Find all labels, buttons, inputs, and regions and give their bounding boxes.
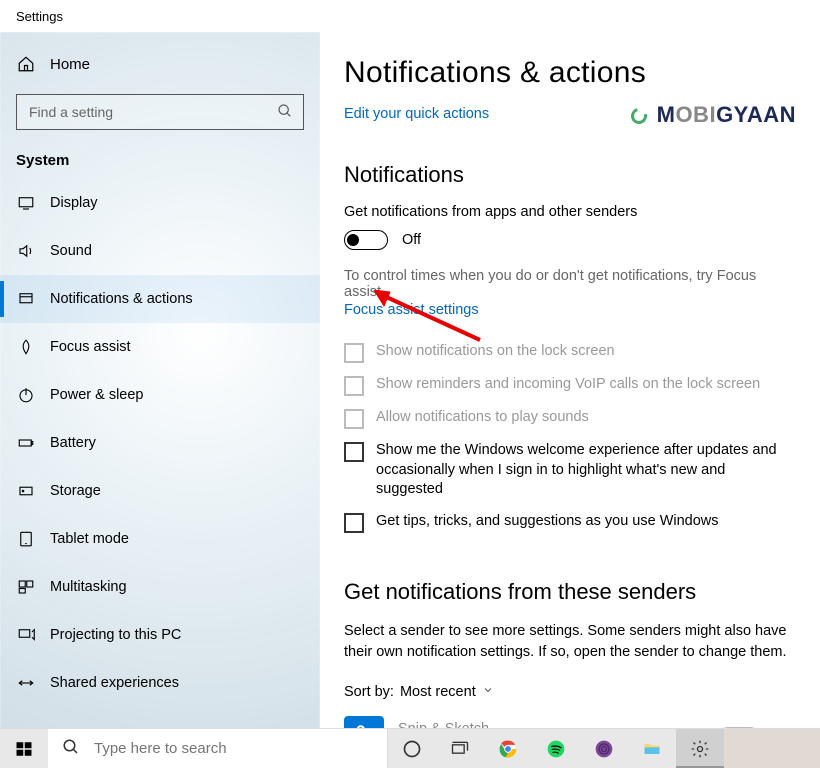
sidebar-item-label: Shared experiences: [50, 675, 179, 691]
power-icon: [16, 386, 36, 404]
toggle-state-text: Off: [402, 232, 421, 248]
senders-description: Select a sender to see more settings. So…: [344, 621, 790, 665]
multitasking-icon: [16, 578, 36, 596]
toggle-description: Get notifications from apps and other se…: [344, 204, 790, 220]
watermark-logo: MOBIGYAAN: [631, 102, 796, 128]
check-label: Get tips, tricks, and suggestions as you…: [376, 512, 719, 532]
notifications-toggle[interactable]: [344, 230, 388, 250]
notifications-icon: [16, 290, 36, 308]
file-explorer-button[interactable]: [628, 729, 676, 768]
window-titlebar: Settings: [0, 0, 820, 32]
sidebar: Home System Display: [0, 32, 320, 768]
storage-icon: [16, 482, 36, 500]
sidebar-item-label: Tablet mode: [50, 531, 129, 547]
sort-dropdown[interactable]: Most recent: [400, 684, 494, 700]
senders-heading: Get notifications from these senders: [344, 579, 790, 605]
display-icon: [16, 194, 36, 212]
projecting-icon: [16, 626, 36, 644]
sort-row: Sort by: Most recent: [344, 684, 790, 700]
home-label: Home: [50, 56, 90, 73]
sidebar-item-power[interactable]: Power & sleep: [0, 371, 320, 419]
tor-button[interactable]: [580, 729, 628, 768]
start-button[interactable]: [0, 729, 48, 768]
sidebar-item-display[interactable]: Display: [0, 179, 320, 227]
sidebar-item-label: Multitasking: [50, 579, 127, 595]
main-content: MOBIGYAAN Notifications & actions Edit y…: [320, 32, 820, 768]
sidebar-item-label: Display: [50, 195, 98, 211]
sidebar-item-storage[interactable]: Storage: [0, 467, 320, 515]
shared-icon: [16, 674, 36, 692]
battery-icon: [16, 434, 36, 452]
tablet-icon: [16, 530, 36, 548]
sidebar-item-tablet[interactable]: Tablet mode: [0, 515, 320, 563]
sidebar-item-label: Projecting to this PC: [50, 627, 181, 643]
chevron-down-icon: [482, 684, 494, 700]
notifications-heading: Notifications: [344, 162, 790, 188]
settings-search-input[interactable]: [27, 103, 277, 121]
sidebar-item-label: Battery: [50, 435, 96, 451]
check-label: Show reminders and incoming VoIP calls o…: [376, 375, 760, 395]
sidebar-item-multitasking[interactable]: Multitasking: [0, 563, 320, 611]
focus-assist-link[interactable]: Focus assist settings: [344, 302, 790, 318]
chrome-button[interactable]: [484, 729, 532, 768]
check-label: Allow notifications to play sounds: [376, 408, 589, 428]
check-lock-screen: [344, 343, 364, 363]
sort-label: Sort by:: [344, 684, 394, 700]
sidebar-item-label: Focus assist: [50, 339, 131, 355]
check-reminders-voip: [344, 376, 364, 396]
search-icon: [277, 103, 293, 122]
home-button[interactable]: Home: [0, 40, 320, 88]
sidebar-item-focus-assist[interactable]: Focus assist: [0, 323, 320, 371]
search-icon: [62, 738, 80, 759]
sidebar-item-battery[interactable]: Battery: [0, 419, 320, 467]
check-label: Show notifications on the lock screen: [376, 342, 615, 362]
settings-search[interactable]: [16, 94, 304, 130]
sidebar-item-sound[interactable]: Sound: [0, 227, 320, 275]
sidebar-nav: Display Sound Notifications & actions Fo…: [0, 179, 320, 707]
settings-taskbar-button[interactable]: [676, 729, 724, 768]
check-play-sounds: [344, 409, 364, 429]
sidebar-item-label: Notifications & actions: [50, 291, 193, 307]
home-icon: [16, 55, 36, 73]
sidebar-item-label: Sound: [50, 243, 92, 259]
cortana-button[interactable]: [388, 729, 436, 768]
sound-icon: [16, 242, 36, 260]
sidebar-item-shared[interactable]: Shared experiences: [0, 659, 320, 707]
sort-value: Most recent: [400, 684, 476, 700]
taskbar-tray-area: [724, 729, 820, 768]
spotify-button[interactable]: [532, 729, 580, 768]
task-view-button[interactable]: [436, 729, 484, 768]
taskbar-search-input[interactable]: [92, 739, 387, 758]
focus-assist-intro: To control times when you do or don't ge…: [344, 268, 790, 300]
check-welcome-experience[interactable]: [344, 442, 364, 462]
sidebar-item-label: Power & sleep: [50, 387, 144, 403]
page-title: Notifications & actions: [344, 56, 790, 90]
app-title: Settings: [16, 9, 63, 24]
taskbar-search[interactable]: [48, 729, 388, 768]
sidebar-item-notifications[interactable]: Notifications & actions: [0, 275, 320, 323]
sidebar-item-label: Storage: [50, 483, 101, 499]
check-tips-tricks[interactable]: [344, 513, 364, 533]
sidebar-item-projecting[interactable]: Projecting to this PC: [0, 611, 320, 659]
taskbar: [0, 728, 820, 768]
focus-assist-icon: [16, 338, 36, 356]
sidebar-category: System: [0, 138, 320, 179]
check-label: Show me the Windows welcome experience a…: [376, 441, 790, 500]
